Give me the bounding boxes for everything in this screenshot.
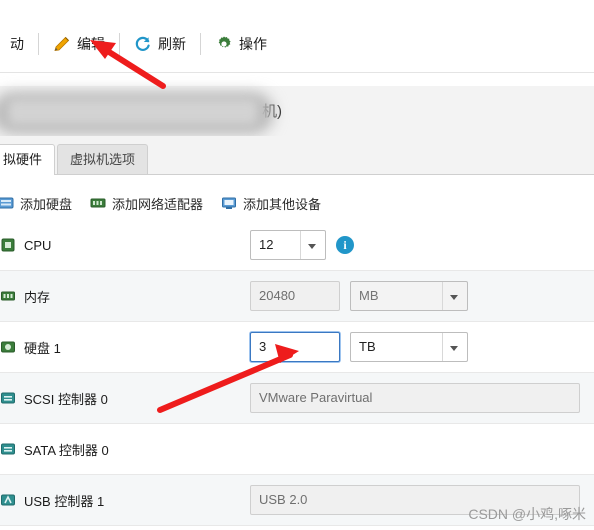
device-row-hard-disk-1: 硬盘 1 3 TB: [0, 322, 594, 373]
hard-disk-unit-select[interactable]: TB: [350, 332, 468, 362]
network-adapter-icon: [90, 196, 106, 210]
device-row-cpu: CPU 12 i: [0, 220, 594, 271]
chevron-down-icon: [450, 295, 458, 300]
chevron-down-icon: [308, 244, 316, 249]
vm-edit-settings-dialog: 动 编辑 刷新 操作 拟硬件 虚拟机选项 添加硬盘 添加网络适配器 添加其他设备…: [0, 0, 594, 530]
toolbar-item-partial-left[interactable]: 动: [0, 28, 34, 60]
add-network-adapter-label: 添加网络适配器: [112, 196, 204, 212]
hard-disk-device-icon: [0, 339, 16, 355]
memory-icon: [0, 288, 16, 304]
device-row-sata-controller-0: SATA 控制器 0: [0, 424, 594, 475]
device-label-usb-controller-1: USB 控制器 1: [0, 491, 250, 510]
toolbar-separator-2: [119, 33, 120, 55]
other-device-icon: [221, 196, 237, 210]
device-label-cpu: CPU: [0, 237, 250, 253]
memory-select-divider: [442, 282, 443, 310]
memory-unit-select[interactable]: MB: [350, 281, 468, 311]
redacted-title-blur-inner: [8, 99, 258, 125]
device-fields-cpu: 12 i: [250, 230, 354, 260]
device-name-scsi-controller-0: SCSI 控制器 0: [24, 391, 108, 407]
device-name-memory: 内存: [24, 289, 51, 305]
scsi-controller-icon: [0, 390, 16, 406]
cpu-count-select[interactable]: 12: [250, 230, 326, 260]
hard-disk-icon: [0, 196, 14, 210]
window-top-strip: [0, 0, 594, 16]
device-list: CPU 12 i 内存 20480 MB 硬盘 1 3 TB SCSI 控制器 …: [0, 220, 594, 526]
tab-vm-options[interactable]: 虚拟机选项: [57, 144, 149, 174]
tab-vm-options-label: 虚拟机选项: [70, 152, 136, 167]
add-device-bar: 添加硬盘 添加网络适配器 添加其他设备: [0, 186, 594, 220]
hard-disk-select-divider: [442, 333, 443, 361]
cpu-info-icon[interactable]: i: [336, 236, 354, 254]
toolbar-separator-1: [38, 33, 39, 55]
device-label-sata-controller-0: SATA 控制器 0: [0, 440, 250, 459]
tab-bar: 拟硬件 虚拟机选项: [0, 136, 594, 175]
device-fields-hard-disk-1: 3 TB: [250, 332, 468, 362]
refresh-icon: [134, 35, 152, 53]
cpu-count-value: 12: [259, 237, 274, 252]
device-name-usb-controller-1: USB 控制器 1: [24, 493, 105, 509]
memory-unit-value: MB: [359, 288, 379, 303]
device-row-scsi-controller-0: SCSI 控制器 0 VMware Paravirtual: [0, 373, 594, 424]
device-row-memory: 内存 20480 MB: [0, 271, 594, 322]
toolbar-action-label: 操作: [239, 36, 267, 52]
hard-disk-unit-value: TB: [359, 339, 376, 354]
toolbar-partial-left-label: 动: [10, 36, 24, 52]
toolbar-edit-label: 编辑: [77, 36, 105, 52]
hard-disk-size-input[interactable]: 3: [250, 332, 340, 362]
add-network-adapter-action[interactable]: 添加网络适配器: [90, 194, 203, 213]
toolbar-separator-3: [200, 33, 201, 55]
toolbar-item-refresh[interactable]: 刷新: [124, 28, 196, 60]
add-other-device-action[interactable]: 添加其他设备: [221, 194, 321, 213]
toolbar-refresh-label: 刷新: [158, 36, 186, 52]
device-label-hard-disk-1: 硬盘 1: [0, 338, 250, 357]
toolbar-item-action[interactable]: 操作: [205, 28, 277, 60]
tab-virtual-hardware[interactable]: 拟硬件: [0, 144, 56, 175]
tab-virtual-hardware-label: 拟硬件: [3, 152, 43, 167]
toolbar: 动 编辑 刷新 操作: [0, 16, 594, 73]
usb-controller-icon: [0, 492, 16, 508]
device-fields-scsi-controller-0: VMware Paravirtual: [250, 383, 580, 413]
memory-size-input[interactable]: 20480: [250, 281, 340, 311]
device-fields-memory: 20480 MB: [250, 281, 468, 311]
device-name-cpu: CPU: [24, 237, 52, 253]
device-name-hard-disk-1: 硬盘 1: [24, 340, 61, 356]
add-hard-disk-action[interactable]: 添加硬盘: [0, 194, 72, 213]
device-label-scsi-controller-0: SCSI 控制器 0: [0, 389, 250, 408]
add-hard-disk-label: 添加硬盘: [20, 196, 73, 212]
cpu-select-divider: [300, 231, 301, 259]
add-other-device-label: 添加其他设备: [243, 196, 322, 212]
pencil-icon: [53, 35, 71, 53]
cpu-icon: [0, 237, 16, 253]
scsi-controller-type-value[interactable]: VMware Paravirtual: [250, 383, 580, 413]
gear-icon: [215, 35, 233, 53]
watermark-text: CSDN @小鸡,啄米: [468, 506, 586, 522]
device-name-sata-controller-0: SATA 控制器 0: [24, 442, 109, 458]
chevron-down-icon: [450, 346, 458, 351]
device-label-memory: 内存: [0, 287, 250, 306]
toolbar-item-edit[interactable]: 编辑: [43, 28, 115, 60]
sata-controller-icon: [0, 441, 16, 457]
